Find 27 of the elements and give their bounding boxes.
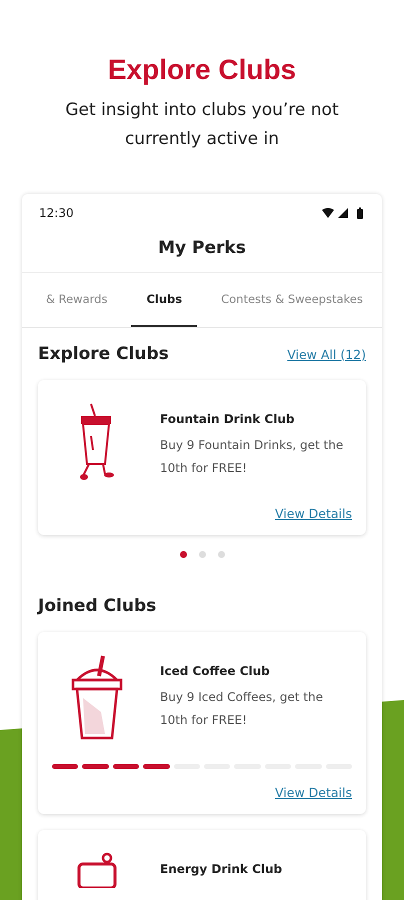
tab[interactable]: & Rewards: [38, 273, 116, 327]
page-subtitle: Get insight into clubs you’re not currently active in: [64, 99, 340, 151]
view-all-link[interactable]: View All (12): [287, 346, 366, 362]
section-title: Explore Clubs: [38, 344, 169, 364]
status-icons: [322, 207, 366, 219]
view-details-link[interactable]: View Details: [275, 785, 352, 800]
walking-cup-icon: [77, 402, 117, 482]
app-bar-title: My Perks: [158, 238, 246, 258]
pager-dot[interactable]: [180, 551, 186, 558]
club-name: Energy Drink Club: [160, 862, 284, 876]
section-title: Joined Clubs: [38, 596, 156, 616]
club-description: Buy 9 Fountain Drinks, get the 10th for FREE!: [160, 437, 344, 477]
club-description: Buy 9 Iced Coffees, get the 10th for FREE!: [160, 689, 324, 729]
can-icon: [77, 852, 117, 888]
page-title: Explore Clubs: [106, 53, 298, 87]
club-card[interactable]: Fountain Drink Club Buy 9 Fountain Drinks, get the 10th for FREE! View Details: [38, 380, 366, 535]
iced-cup-icon: [71, 654, 123, 740]
pager-dot[interactable]: [218, 551, 224, 558]
view-details-link[interactable]: View Details: [275, 506, 352, 521]
club-card[interactable]: Energy Drink Club: [38, 830, 366, 900]
status-time: 12:30: [39, 206, 74, 220]
club-card[interactable]: Iced Coffee Club Buy 9 Iced Coffees, get the 10th for FREE! View Details: [38, 632, 366, 814]
club-name: Fountain Drink Club: [160, 412, 296, 426]
tab[interactable]: Clubs: [131, 273, 198, 327]
club-name: Iced Coffee Club: [160, 664, 271, 678]
tab[interactable]: Contests & Sweepstakes: [213, 273, 371, 327]
pager-dot[interactable]: [198, 551, 206, 558]
